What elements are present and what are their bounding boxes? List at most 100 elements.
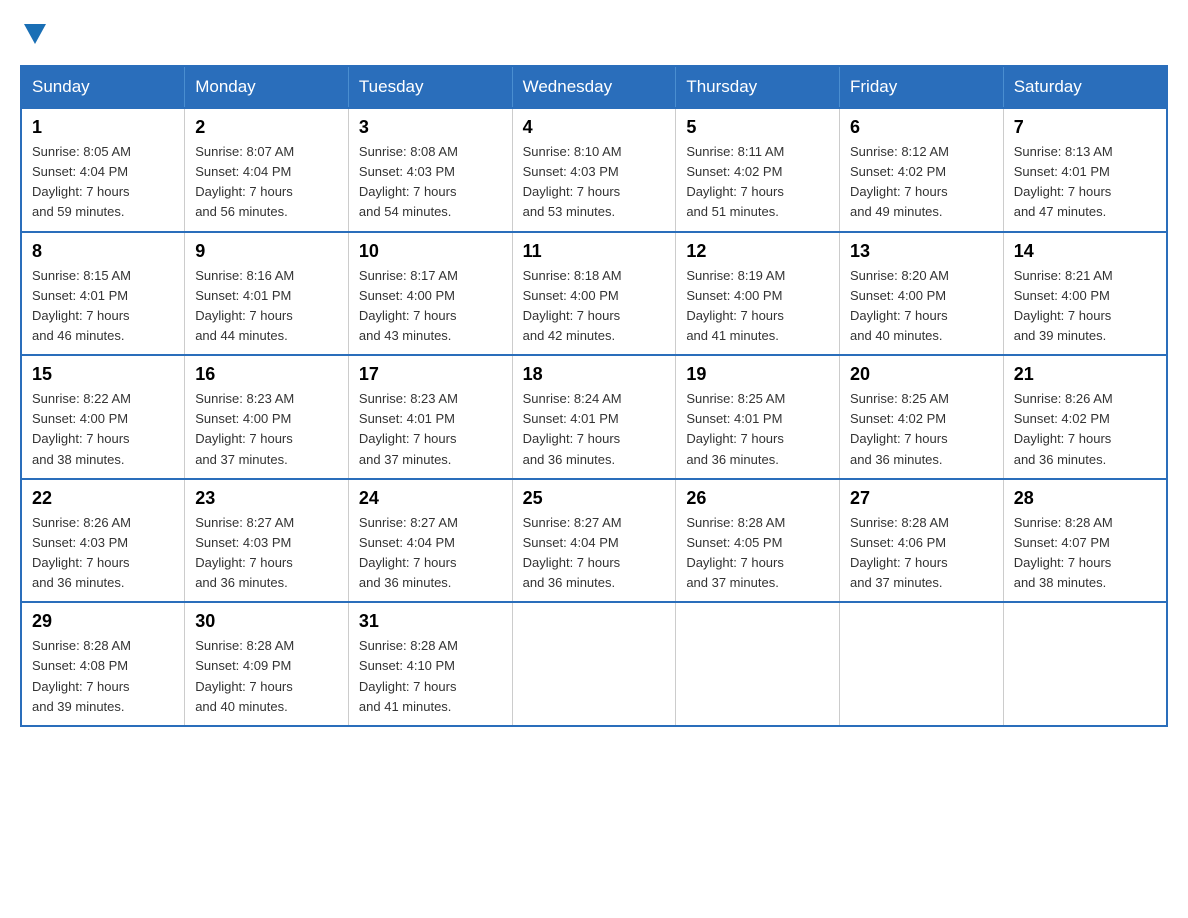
calendar-cell: 20 Sunrise: 8:25 AMSunset: 4:02 PMDayligh… [840,355,1004,479]
day-info: Sunrise: 8:27 AMSunset: 4:04 PMDaylight:… [523,513,666,594]
day-info: Sunrise: 8:22 AMSunset: 4:00 PMDaylight:… [32,389,174,470]
logo-arrow-icon [24,24,46,44]
day-info: Sunrise: 8:23 AMSunset: 4:00 PMDaylight:… [195,389,338,470]
day-number: 24 [359,488,502,509]
day-info: Sunrise: 8:11 AMSunset: 4:02 PMDaylight:… [686,142,829,223]
day-number: 28 [1014,488,1156,509]
day-info: Sunrise: 8:05 AMSunset: 4:04 PMDaylight:… [32,142,174,223]
day-info: Sunrise: 8:23 AMSunset: 4:01 PMDaylight:… [359,389,502,470]
calendar-cell [676,602,840,726]
calendar-body: 1 Sunrise: 8:05 AMSunset: 4:04 PMDaylight… [21,108,1167,726]
day-info: Sunrise: 8:13 AMSunset: 4:01 PMDaylight:… [1014,142,1156,223]
day-info: Sunrise: 8:28 AMSunset: 4:06 PMDaylight:… [850,513,993,594]
day-info: Sunrise: 8:26 AMSunset: 4:03 PMDaylight:… [32,513,174,594]
calendar-cell: 7 Sunrise: 8:13 AMSunset: 4:01 PMDaylight… [1003,108,1167,232]
weekday-header-tuesday: Tuesday [348,66,512,108]
calendar-week-row: 1 Sunrise: 8:05 AMSunset: 4:04 PMDaylight… [21,108,1167,232]
calendar-cell: 2 Sunrise: 8:07 AMSunset: 4:04 PMDaylight… [185,108,349,232]
day-info: Sunrise: 8:21 AMSunset: 4:00 PMDaylight:… [1014,266,1156,347]
calendar-cell: 17 Sunrise: 8:23 AMSunset: 4:01 PMDayligh… [348,355,512,479]
day-number: 31 [359,611,502,632]
day-info: Sunrise: 8:28 AMSunset: 4:07 PMDaylight:… [1014,513,1156,594]
day-info: Sunrise: 8:17 AMSunset: 4:00 PMDaylight:… [359,266,502,347]
day-info: Sunrise: 8:25 AMSunset: 4:01 PMDaylight:… [686,389,829,470]
day-number: 12 [686,241,829,262]
calendar-cell: 12 Sunrise: 8:19 AMSunset: 4:00 PMDayligh… [676,232,840,356]
day-info: Sunrise: 8:28 AMSunset: 4:10 PMDaylight:… [359,636,502,717]
weekday-header-monday: Monday [185,66,349,108]
day-number: 20 [850,364,993,385]
calendar-cell: 3Sunrise: 8:08 AMSunset: 4:03 PMDaylight… [348,108,512,232]
calendar-cell: 4 Sunrise: 8:10 AMSunset: 4:03 PMDaylight… [512,108,676,232]
calendar-cell: 30 Sunrise: 8:28 AMSunset: 4:09 PMDayligh… [185,602,349,726]
day-info: Sunrise: 8:20 AMSunset: 4:00 PMDaylight:… [850,266,993,347]
calendar-cell: 19 Sunrise: 8:25 AMSunset: 4:01 PMDayligh… [676,355,840,479]
day-number: 18 [523,364,666,385]
calendar-cell: 11Sunrise: 8:18 AMSunset: 4:00 PMDayligh… [512,232,676,356]
day-info: Sunrise: 8:15 AMSunset: 4:01 PMDaylight:… [32,266,174,347]
day-number: 14 [1014,241,1156,262]
calendar-cell: 8 Sunrise: 8:15 AMSunset: 4:01 PMDaylight… [21,232,185,356]
day-info: Sunrise: 8:16 AMSunset: 4:01 PMDaylight:… [195,266,338,347]
day-number: 21 [1014,364,1156,385]
weekday-header-row: SundayMondayTuesdayWednesdayThursdayFrid… [21,66,1167,108]
weekday-header-sunday: Sunday [21,66,185,108]
day-number: 13 [850,241,993,262]
day-info: Sunrise: 8:07 AMSunset: 4:04 PMDaylight:… [195,142,338,223]
day-info: Sunrise: 8:28 AMSunset: 4:09 PMDaylight:… [195,636,338,717]
day-info: Sunrise: 8:28 AMSunset: 4:05 PMDaylight:… [686,513,829,594]
weekday-header-saturday: Saturday [1003,66,1167,108]
calendar-cell: 1 Sunrise: 8:05 AMSunset: 4:04 PMDaylight… [21,108,185,232]
calendar-cell: 15 Sunrise: 8:22 AMSunset: 4:00 PMDayligh… [21,355,185,479]
day-number: 16 [195,364,338,385]
day-info: Sunrise: 8:08 AMSunset: 4:03 PMDaylight:… [359,142,502,223]
day-number: 6 [850,117,993,138]
day-number: 25 [523,488,666,509]
day-number: 1 [32,117,174,138]
calendar-cell: 16 Sunrise: 8:23 AMSunset: 4:00 PMDayligh… [185,355,349,479]
day-number: 4 [523,117,666,138]
calendar-cell: 29Sunrise: 8:28 AMSunset: 4:08 PMDayligh… [21,602,185,726]
calendar-cell: 21 Sunrise: 8:26 AMSunset: 4:02 PMDayligh… [1003,355,1167,479]
calendar-cell: 14 Sunrise: 8:21 AMSunset: 4:00 PMDayligh… [1003,232,1167,356]
day-number: 8 [32,241,174,262]
weekday-header-wednesday: Wednesday [512,66,676,108]
calendar-cell: 6 Sunrise: 8:12 AMSunset: 4:02 PMDaylight… [840,108,1004,232]
calendar-cell: 23Sunrise: 8:27 AMSunset: 4:03 PMDayligh… [185,479,349,603]
logo [20,20,46,49]
calendar-cell [512,602,676,726]
calendar-cell: 26Sunrise: 8:28 AMSunset: 4:05 PMDayligh… [676,479,840,603]
calendar-cell: 5 Sunrise: 8:11 AMSunset: 4:02 PMDaylight… [676,108,840,232]
day-info: Sunrise: 8:10 AMSunset: 4:03 PMDaylight:… [523,142,666,223]
day-info: Sunrise: 8:19 AMSunset: 4:00 PMDaylight:… [686,266,829,347]
day-info: Sunrise: 8:26 AMSunset: 4:02 PMDaylight:… [1014,389,1156,470]
day-info: Sunrise: 8:28 AMSunset: 4:08 PMDaylight:… [32,636,174,717]
calendar-cell: 22Sunrise: 8:26 AMSunset: 4:03 PMDayligh… [21,479,185,603]
day-number: 9 [195,241,338,262]
calendar-cell: 27Sunrise: 8:28 AMSunset: 4:06 PMDayligh… [840,479,1004,603]
day-info: Sunrise: 8:24 AMSunset: 4:01 PMDaylight:… [523,389,666,470]
day-number: 2 [195,117,338,138]
calendar-week-row: 22Sunrise: 8:26 AMSunset: 4:03 PMDayligh… [21,479,1167,603]
calendar-table: SundayMondayTuesdayWednesdayThursdayFrid… [20,65,1168,727]
day-number: 10 [359,241,502,262]
day-number: 23 [195,488,338,509]
calendar-header: SundayMondayTuesdayWednesdayThursdayFrid… [21,66,1167,108]
calendar-cell: 13 Sunrise: 8:20 AMSunset: 4:00 PMDayligh… [840,232,1004,356]
day-number: 17 [359,364,502,385]
calendar-cell: 10 Sunrise: 8:17 AMSunset: 4:00 PMDayligh… [348,232,512,356]
calendar-week-row: 29Sunrise: 8:28 AMSunset: 4:08 PMDayligh… [21,602,1167,726]
day-number: 30 [195,611,338,632]
weekday-header-friday: Friday [840,66,1004,108]
calendar-cell: 9 Sunrise: 8:16 AMSunset: 4:01 PMDaylight… [185,232,349,356]
day-info: Sunrise: 8:12 AMSunset: 4:02 PMDaylight:… [850,142,993,223]
calendar-cell [1003,602,1167,726]
calendar-cell: 28 Sunrise: 8:28 AMSunset: 4:07 PMDayligh… [1003,479,1167,603]
day-info: Sunrise: 8:25 AMSunset: 4:02 PMDaylight:… [850,389,993,470]
day-number: 5 [686,117,829,138]
day-number: 15 [32,364,174,385]
calendar-cell: 24Sunrise: 8:27 AMSunset: 4:04 PMDayligh… [348,479,512,603]
calendar-cell: 25 Sunrise: 8:27 AMSunset: 4:04 PMDayligh… [512,479,676,603]
day-number: 7 [1014,117,1156,138]
day-number: 19 [686,364,829,385]
